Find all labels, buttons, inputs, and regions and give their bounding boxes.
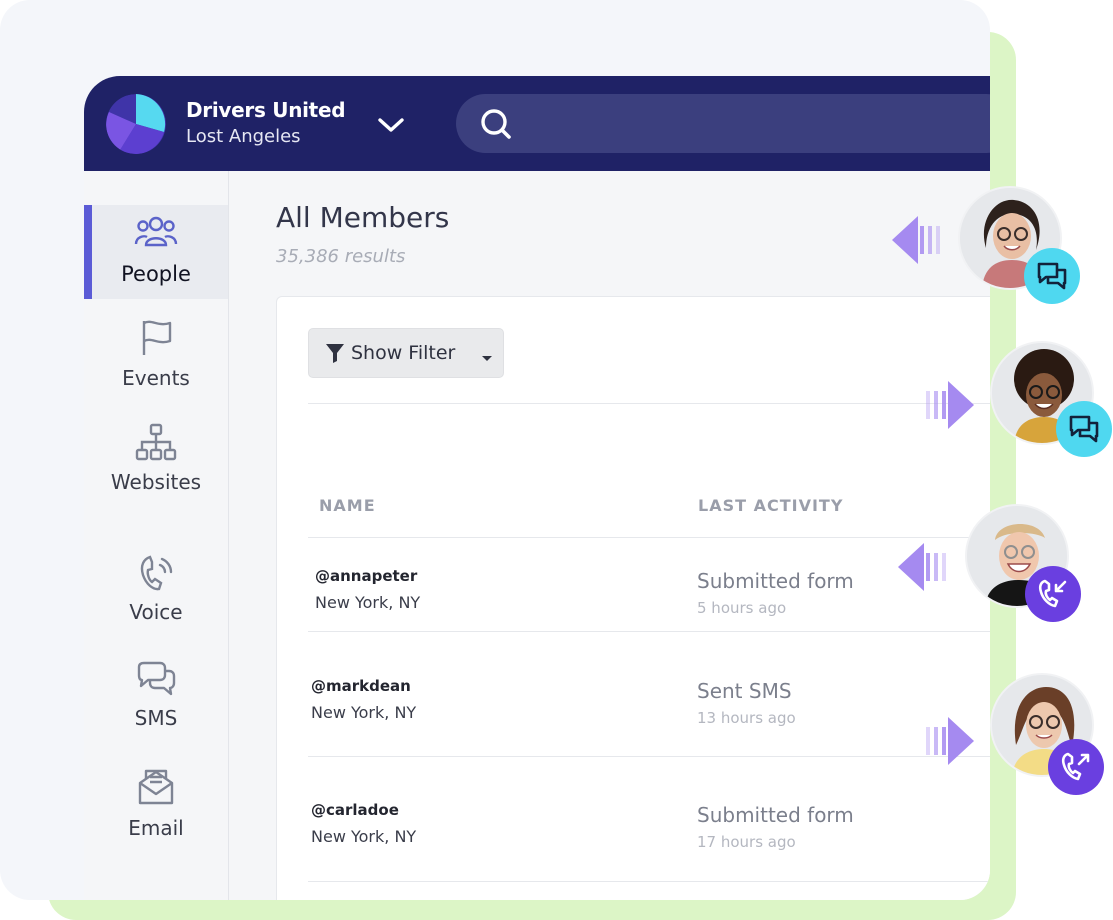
divider [308, 403, 990, 404]
sidebar-item-events[interactable]: Events [84, 317, 228, 397]
sidebar-item-sms[interactable]: SMS [84, 661, 228, 741]
members-panel: Show Filter NAME LAST ACTIVITY @annapete… [276, 296, 990, 900]
show-filter-button[interactable]: Show Filter [308, 328, 504, 378]
sidebar-item-websites[interactable]: Websites [84, 423, 228, 503]
chevron-down-icon[interactable] [376, 110, 406, 140]
outgoing-call-icon[interactable] [1048, 739, 1104, 795]
sidebar: People Events Websites Voice SMS Email [84, 171, 229, 900]
sidebar-item-voice[interactable]: Voice [84, 553, 228, 633]
arrow-left-icon [890, 212, 946, 273]
member-activity-time: 5 hours ago [697, 599, 787, 617]
member-activity: Submitted form [697, 569, 854, 593]
member-location: New York, NY [311, 827, 417, 846]
member-activity: Submitted form [697, 803, 854, 827]
member-location: New York, NY [311, 703, 417, 722]
phone-ringing-icon [84, 553, 228, 598]
sidebar-item-label: People [121, 262, 191, 286]
search-icon[interactable] [478, 106, 514, 142]
envelope-icon [84, 767, 228, 812]
incoming-call-icon[interactable] [1025, 566, 1081, 622]
table-row[interactable]: @markdean New York, NY Sent SMS 13 hours… [308, 657, 990, 747]
caret-down-icon [481, 350, 493, 368]
sidebar-item-email[interactable]: Email [84, 767, 228, 847]
member-handle[interactable]: @annapeter [315, 567, 417, 585]
arrow-right-icon [920, 377, 976, 438]
org-name[interactable]: Drivers United [186, 98, 346, 122]
page-title: All Members [276, 201, 450, 234]
sidebar-item-label: SMS [134, 706, 178, 730]
sidebar-item-label: Websites [110, 470, 202, 494]
org-logo-icon[interactable] [106, 94, 166, 154]
flag-icon [84, 317, 228, 362]
chat-bubbles-icon [84, 661, 228, 702]
search-input[interactable] [456, 94, 990, 153]
column-header-name[interactable]: NAME [319, 496, 376, 515]
org-city[interactable]: Lost Angeles [186, 126, 301, 147]
chat-icon[interactable] [1056, 401, 1112, 457]
member-activity: Sent SMS [697, 679, 792, 703]
member-activity-time: 13 hours ago [697, 709, 796, 727]
divider [308, 881, 990, 882]
column-header-last-activity[interactable]: LAST ACTIVITY [698, 496, 843, 515]
table-row[interactable]: @annapeter New York, NY Submitted form 5… [308, 547, 990, 637]
sidebar-item-label: Voice [129, 600, 183, 624]
people-icon [84, 215, 228, 254]
arrow-right-icon [920, 713, 976, 774]
top-header: Drivers United Lost Angeles [84, 76, 990, 171]
sidebar-item-label: Events [122, 366, 190, 390]
results-count: 35,386 results [276, 246, 406, 267]
arrow-left-icon [896, 539, 952, 600]
divider [308, 631, 990, 632]
chat-icon[interactable] [1024, 248, 1080, 304]
member-activity-time: 17 hours ago [697, 833, 796, 851]
member-location: New York, NY [315, 593, 421, 612]
divider [308, 537, 990, 538]
show-filter-label: Show Filter [351, 342, 456, 364]
app-card: Drivers United Lost Angeles People Event… [0, 0, 990, 900]
sidebar-item-label: Email [128, 816, 184, 840]
member-handle[interactable]: @markdean [311, 677, 411, 695]
table-row[interactable]: @carladoe New York, NY Submitted form 17… [308, 781, 990, 871]
sidebar-item-people[interactable]: People [84, 205, 228, 299]
divider [308, 756, 990, 757]
filter-icon [325, 342, 345, 369]
member-handle[interactable]: @carladoe [311, 801, 399, 819]
sitemap-icon [84, 423, 228, 466]
app-window: Drivers United Lost Angeles People Event… [84, 76, 990, 900]
